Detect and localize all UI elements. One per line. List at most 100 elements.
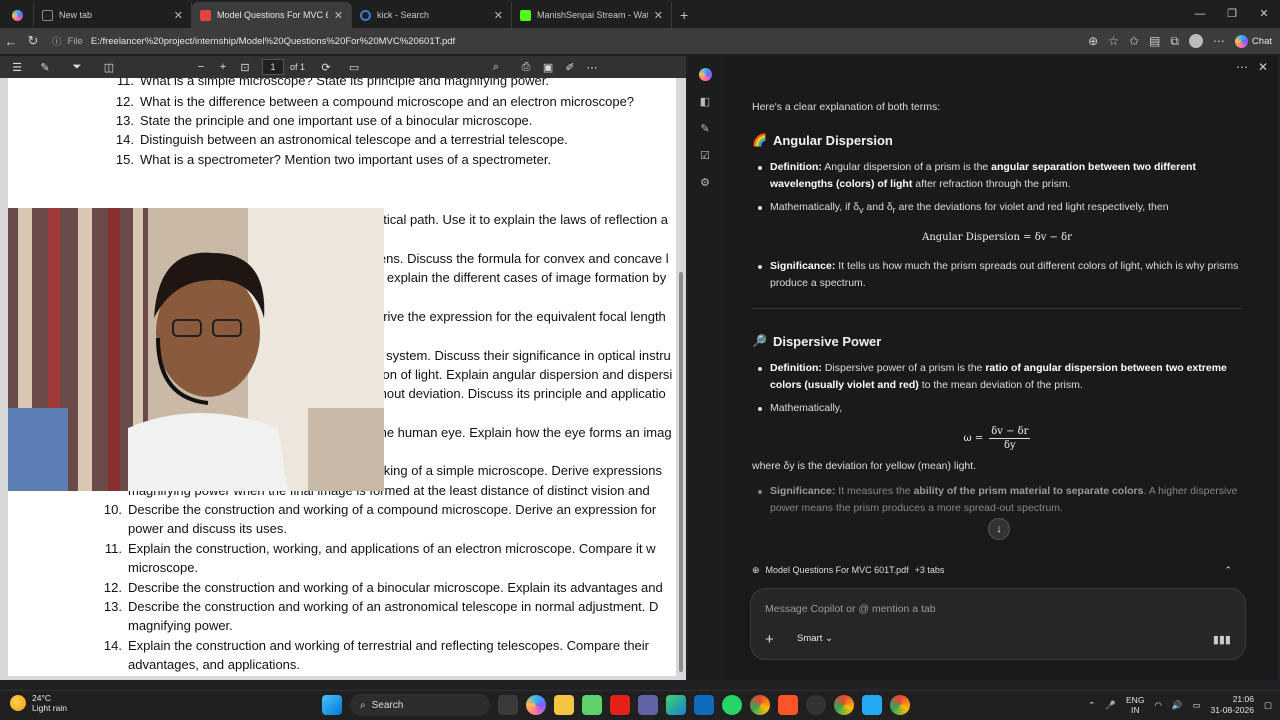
store-icon[interactable] xyxy=(694,695,714,715)
filter-icon[interactable]: ⏷ xyxy=(66,61,88,74)
restore-icon[interactable]: ❐ xyxy=(1216,0,1248,28)
add-icon[interactable]: + xyxy=(765,631,774,648)
tab-kick-stream[interactable]: ManishSenpai Stream - Watch Live ✕ xyxy=(512,2,672,28)
copilot-favicon-icon xyxy=(12,9,23,21)
copilot-icon xyxy=(1234,34,1248,48)
window-controls: — ❐ ✕ xyxy=(1184,0,1280,28)
page-number-input[interactable]: 1 xyxy=(262,59,284,75)
chrome-icon[interactable] xyxy=(750,695,770,715)
close-icon[interactable]: ✕ xyxy=(334,9,343,22)
whatsapp-icon[interactable] xyxy=(722,695,742,715)
favorite-star-icon[interactable]: ☆ xyxy=(1108,34,1119,48)
extensions-icon[interactable]: ⧉ xyxy=(1170,34,1179,49)
context-bar[interactable]: ⊕ Model Questions For MVC 601T.pdf +3 ta… xyxy=(752,560,1244,580)
youtube-icon[interactable] xyxy=(610,695,630,715)
file-explorer-icon[interactable] xyxy=(554,695,574,715)
close-icon[interactable]: ✕ xyxy=(174,9,183,22)
pdf-toolbar: ☰ ✎ ⏷ ◫ − + ⊡ 1 of 1 ⟳ ▭ ⌕ ⎙ ▣ ✐ ⋯ xyxy=(0,56,686,78)
info-icon[interactable]: ⓘ xyxy=(52,34,62,48)
chat-label: Chat xyxy=(1251,35,1272,47)
fraction: δv − δr δy xyxy=(989,426,1031,452)
voice-icon[interactable]: ▮▮▮ xyxy=(1213,633,1231,646)
taskbar-search[interactable]: ⌕ Search xyxy=(350,694,490,716)
compose-icon[interactable]: ✎ xyxy=(700,122,709,135)
response-intro: Here's a clear explanation of both terms… xyxy=(752,101,941,113)
brave-icon[interactable] xyxy=(778,695,798,715)
back-icon[interactable]: ← xyxy=(0,34,22,49)
clock[interactable]: 21:06 31-08-2026 xyxy=(1210,694,1253,716)
question-fragment: s system. Discuss their significance in … xyxy=(376,348,671,363)
chrome-icon[interactable] xyxy=(834,695,854,715)
profile-avatar[interactable] xyxy=(1188,34,1203,48)
tab-copilot[interactable] xyxy=(4,2,34,28)
fit-page-icon[interactable]: ⊡ xyxy=(234,61,256,74)
weather-widget[interactable]: 24°C Light rain xyxy=(10,693,67,713)
copilot-app-icon[interactable] xyxy=(526,695,546,715)
tab-title: New tab xyxy=(59,10,93,20)
pdf-scrollbar[interactable] xyxy=(678,82,684,676)
zoom-icon[interactable]: ⊕ xyxy=(1088,34,1098,48)
zoom-in-icon[interactable]: + xyxy=(212,61,234,73)
nav-actions: ⊕ ☆ ✩ ▤ ⧉ ⋯ Chat xyxy=(1088,28,1272,54)
favorites-icon[interactable]: ✩ xyxy=(1129,34,1139,48)
volume-icon[interactable]: 🔊 xyxy=(1172,700,1183,711)
windows-start-icon[interactable] xyxy=(322,695,342,715)
question-fragment: lens. Discuss the formula for convex and… xyxy=(376,251,669,266)
pdf-favicon-icon xyxy=(200,9,211,21)
page-view-icon[interactable]: ◫ xyxy=(98,61,120,74)
tab-new-tab[interactable]: New tab ✕ xyxy=(34,2,192,28)
two-page-icon[interactable]: ▭ xyxy=(343,61,365,74)
save-icon[interactable]: ▣ xyxy=(537,61,559,74)
app-icon[interactable] xyxy=(806,695,826,715)
rotate-icon[interactable]: ⟳ xyxy=(315,61,337,74)
close-icon[interactable]: ✕ xyxy=(654,9,663,22)
wifi-icon[interactable]: ◠ xyxy=(1154,700,1161,711)
zoom-out-icon[interactable]: − xyxy=(190,61,212,73)
collections-icon[interactable]: ▤ xyxy=(1149,34,1160,48)
taskbar-apps: ⌕ Search xyxy=(322,694,910,716)
edge-icon[interactable] xyxy=(666,695,686,715)
draw-icon[interactable]: ✐ xyxy=(559,61,581,74)
vpn-app-icon[interactable] xyxy=(582,695,602,715)
find-icon[interactable]: ⌕ xyxy=(485,61,507,74)
chevron-up-icon[interactable]: ⌃ xyxy=(1088,700,1095,711)
close-panel-icon[interactable]: ✕ xyxy=(1258,60,1268,74)
url-text: E:/freelancer%20project/internship/Model… xyxy=(90,35,456,47)
print-icon[interactable]: ⎙ xyxy=(515,61,537,74)
search-favicon-icon xyxy=(360,9,371,21)
tasks-icon[interactable]: ☑ xyxy=(700,149,710,162)
more-icon[interactable]: ⋯ xyxy=(1213,34,1225,48)
highlight-icon[interactable]: ✎ xyxy=(34,61,56,74)
tab-search[interactable]: kick - Search ✕ xyxy=(352,2,512,28)
address-bar[interactable]: ⓘ File E:/freelancer%20project/internshi… xyxy=(52,30,1052,52)
mic-icon[interactable]: 🎤 xyxy=(1105,700,1116,711)
copilot-chat-button[interactable]: Chat xyxy=(1234,34,1272,48)
copilot-icon[interactable] xyxy=(698,68,712,81)
magnifier-icon: 🔎 xyxy=(752,334,767,349)
message-input[interactable]: Message Copilot or @ mention a tab + Sma… xyxy=(750,588,1246,660)
scroll-to-bottom-button[interactable]: ↓ xyxy=(988,518,1010,540)
pdf-more-icon[interactable]: ⋯ xyxy=(581,61,603,74)
battery-icon[interactable]: ▭ xyxy=(1192,700,1200,711)
new-tab-button[interactable]: + xyxy=(672,2,696,28)
minimize-icon[interactable]: — xyxy=(1184,0,1216,28)
close-icon[interactable]: ✕ xyxy=(494,9,503,22)
contents-icon[interactable]: ☰ xyxy=(6,61,28,74)
mode-selector[interactable]: Smart ⌄ xyxy=(797,633,833,644)
teams-icon[interactable] xyxy=(638,695,658,715)
refresh-icon[interactable]: ↻ xyxy=(22,33,44,49)
sidebar-toggle-icon[interactable]: ◧ xyxy=(700,95,710,108)
task-view-icon[interactable] xyxy=(498,695,518,715)
question-line: 11. What is a simple microscope? State it… xyxy=(116,78,549,88)
language-indicator[interactable]: ENG IN xyxy=(1126,695,1144,715)
chevron-up-icon[interactable]: ⌃ xyxy=(1224,565,1232,576)
notification-icon[interactable]: ▢ xyxy=(1264,700,1272,711)
question-line: 12. Describe the construction and working… xyxy=(103,580,663,595)
scrollbar-thumb[interactable] xyxy=(679,272,683,672)
kick-favicon-icon xyxy=(520,9,531,21)
chrome-icon[interactable] xyxy=(890,695,910,715)
vscode-icon[interactable] xyxy=(862,695,882,715)
tab-pdf[interactable]: Model Questions For MVC 601T.pdf ✕ xyxy=(192,2,352,28)
settings-icon[interactable]: ⚙ xyxy=(700,176,710,189)
close-window-icon[interactable]: ✕ xyxy=(1248,0,1280,28)
